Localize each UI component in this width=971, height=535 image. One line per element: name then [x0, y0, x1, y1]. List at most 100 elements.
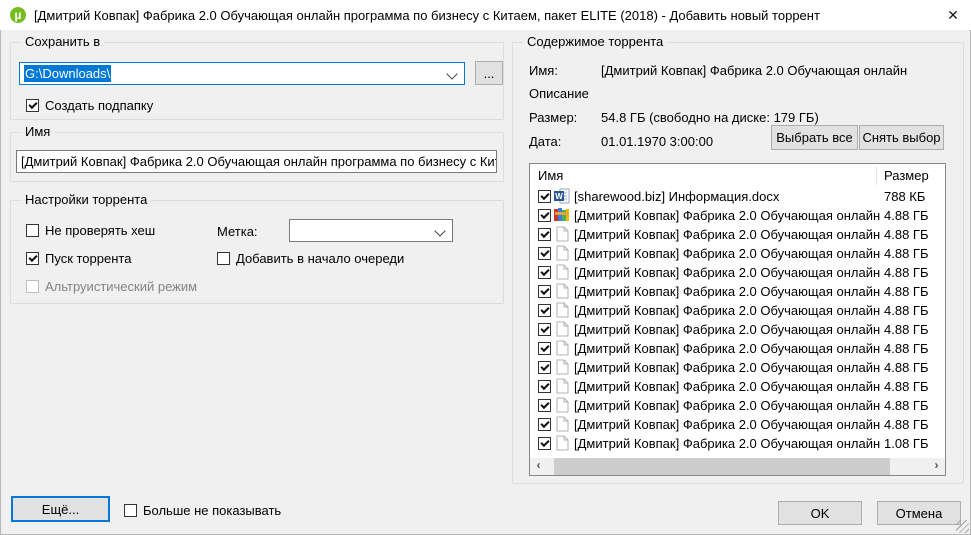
create-subfolder-label: Создать подпапку	[45, 98, 153, 113]
file-icon	[554, 283, 570, 299]
altruistic-mode-label: Альтруистический режим	[45, 279, 197, 294]
file-size: 4.88 ГБ	[884, 282, 928, 301]
file-checkbox[interactable]	[538, 437, 551, 450]
file-row[interactable]: [Дмитрий Ковпак] Фабрика 2.0 Обучающая о…	[530, 434, 945, 453]
skip-hash-checkbox[interactable]: Не проверять хеш	[26, 223, 155, 238]
file-checkbox[interactable]	[538, 190, 551, 203]
utorrent-logo-icon: µ	[10, 7, 26, 23]
checkbox-box[interactable]	[26, 252, 39, 265]
scrollbar-thumb[interactable]	[554, 458, 890, 475]
svg-text:W: W	[555, 192, 563, 201]
chevron-down-icon[interactable]	[434, 225, 445, 236]
file-row[interactable]: [Дмитрий Ковпак] Фабрика 2.0 Обучающая о…	[530, 320, 945, 339]
scroll-right-icon[interactable]: ›	[928, 458, 945, 475]
start-torrent-checkbox[interactable]: Пуск торрента	[26, 251, 131, 266]
select-all-button[interactable]: Выбрать все	[771, 125, 858, 150]
dont-show-label: Больше не показывать	[143, 503, 281, 518]
file-checkbox[interactable]	[538, 361, 551, 374]
label-field-caption: Метка:	[217, 224, 258, 239]
file-row[interactable]: [Дмитрий Ковпак] Фабрика 2.0 Обучающая о…	[530, 282, 945, 301]
file-checkbox[interactable]	[538, 285, 551, 298]
file-name: [Дмитрий Ковпак] Фабрика 2.0 Обучающая о…	[574, 244, 880, 263]
file-row[interactable]: [Дмитрий Ковпак] Фабрика 2.0 Обучающая о…	[530, 263, 945, 282]
scroll-left-icon[interactable]: ‹	[530, 458, 547, 475]
checkbox-box[interactable]	[26, 224, 39, 237]
file-row[interactable]: [Дмитрий Ковпак] Фабрика 2.0 Обучающая о…	[530, 244, 945, 263]
title-bar: µ [Дмитрий Ковпак] Фабрика 2.0 Обучающая…	[0, 0, 971, 30]
browse-button[interactable]: ...	[475, 61, 503, 85]
file-checkbox[interactable]	[538, 342, 551, 355]
column-header-size[interactable]: Размер	[884, 168, 929, 183]
window-title: [Дмитрий Ковпак] Фабрика 2.0 Обучающая о…	[34, 8, 904, 23]
checkbox-box[interactable]	[217, 252, 230, 265]
file-name: [Дмитрий Ковпак] Фабрика 2.0 Обучающая о…	[574, 396, 880, 415]
file-size: 4.88 ГБ	[884, 396, 928, 415]
add-torrent-dialog: µ [Дмитрий Ковпак] Фабрика 2.0 Обучающая…	[0, 0, 971, 535]
more-button[interactable]: Ещё...	[11, 496, 110, 522]
archive-icon	[554, 207, 570, 223]
file-name: [Дмитрий Ковпак] Фабрика 2.0 Обучающая о…	[574, 263, 880, 282]
file-row[interactable]: [Дмитрий Ковпак] Фабрика 2.0 Обучающая о…	[530, 415, 945, 434]
file-size: 4.88 ГБ	[884, 244, 928, 263]
name-group-label: Имя	[21, 124, 54, 139]
file-row[interactable]: W[sharewood.biz] Информация.docx788 КБ	[530, 187, 945, 206]
file-checkbox[interactable]	[538, 323, 551, 336]
dont-show-checkbox[interactable]: Больше не показывать	[124, 503, 281, 518]
cancel-button[interactable]: Отмена	[877, 501, 961, 525]
file-row[interactable]: [Дмитрий Ковпак] Фабрика 2.0 Обучающая о…	[530, 396, 945, 415]
file-icon	[554, 245, 570, 261]
label-combobox[interactable]	[289, 219, 453, 242]
file-name: [Дмитрий Ковпак] Фабрика 2.0 Обучающая о…	[574, 358, 880, 377]
file-size: 1.08 ГБ	[884, 434, 928, 453]
deselect-button[interactable]: Снять выбор	[859, 125, 944, 150]
checkbox-box	[26, 280, 39, 293]
file-icon	[554, 397, 570, 413]
file-icon	[554, 359, 570, 375]
save-path-combobox[interactable]: G:\Downloads\	[19, 62, 465, 85]
file-icon	[554, 378, 570, 394]
file-name: [Дмитрий Ковпак] Фабрика 2.0 Обучающая о…	[574, 320, 880, 339]
checkbox-box[interactable]	[124, 504, 137, 517]
file-checkbox[interactable]	[538, 399, 551, 412]
file-icon	[554, 416, 570, 432]
column-separator[interactable]	[876, 166, 877, 185]
file-icon	[554, 264, 570, 280]
column-header-name[interactable]: Имя	[538, 168, 563, 183]
file-checkbox[interactable]	[538, 418, 551, 431]
add-top-queue-label: Добавить в начало очереди	[236, 251, 404, 266]
ok-button[interactable]: OK	[778, 501, 862, 525]
cancel-button-label: Отмена	[896, 506, 943, 521]
file-row[interactable]: [Дмитрий Ковпак] Фабрика 2.0 Обучающая о…	[530, 225, 945, 244]
file-checkbox[interactable]	[538, 266, 551, 279]
file-icon	[554, 226, 570, 242]
file-checkbox[interactable]	[538, 228, 551, 241]
file-checkbox[interactable]	[538, 304, 551, 317]
file-size: 4.88 ГБ	[884, 263, 928, 282]
file-row[interactable]: [Дмитрий Ковпак] Фабрика 2.0 Обучающая о…	[530, 377, 945, 396]
file-list[interactable]: Имя Размер W [sharewood.biz] Информация.d…	[529, 163, 946, 476]
file-list-header[interactable]: Имя Размер	[530, 164, 945, 187]
file-checkbox[interactable]	[538, 209, 551, 222]
more-button-label: Ещё...	[42, 502, 79, 517]
horizontal-scrollbar[interactable]: ‹ ›	[530, 458, 945, 475]
file-row[interactable]: [Дмитрий Ковпак] Фабрика 2.0 Обучающая о…	[530, 339, 945, 358]
file-row[interactable]: [Дмитрий Ковпак] Фабрика 2.0 Обучающая о…	[530, 301, 945, 320]
file-row[interactable]: [Дмитрий Ковпак] Фабрика 2.0 Обучающая о…	[530, 206, 945, 225]
file-size: 4.88 ГБ	[884, 415, 928, 434]
resize-grip[interactable]	[956, 520, 969, 533]
file-size: 4.88 ГБ	[884, 377, 928, 396]
contents-size-value: 54.8 ГБ (свободно на диске: 179 ГБ)	[601, 110, 819, 125]
torrent-name-input[interactable]: [Дмитрий Ковпак] Фабрика 2.0 Обучающая о…	[16, 150, 497, 173]
chevron-down-icon[interactable]	[446, 68, 457, 79]
add-top-queue-checkbox[interactable]: Добавить в начало очереди	[217, 251, 404, 266]
file-checkbox[interactable]	[538, 247, 551, 260]
checkbox-box[interactable]	[26, 99, 39, 112]
file-checkbox[interactable]	[538, 380, 551, 393]
create-subfolder-checkbox[interactable]: Создать подпапку	[26, 98, 153, 113]
file-row[interactable]: [Дмитрий Ковпак] Фабрика 2.0 Обучающая о…	[530, 358, 945, 377]
torrent-settings-group-label: Настройки торрента	[21, 192, 151, 207]
close-icon[interactable]: ✕	[943, 6, 963, 24]
file-size: 4.88 ГБ	[884, 206, 928, 225]
torrent-contents-group-label: Содержимое торрента	[523, 34, 667, 49]
file-name: [sharewood.biz] Информация.docx	[574, 187, 880, 206]
